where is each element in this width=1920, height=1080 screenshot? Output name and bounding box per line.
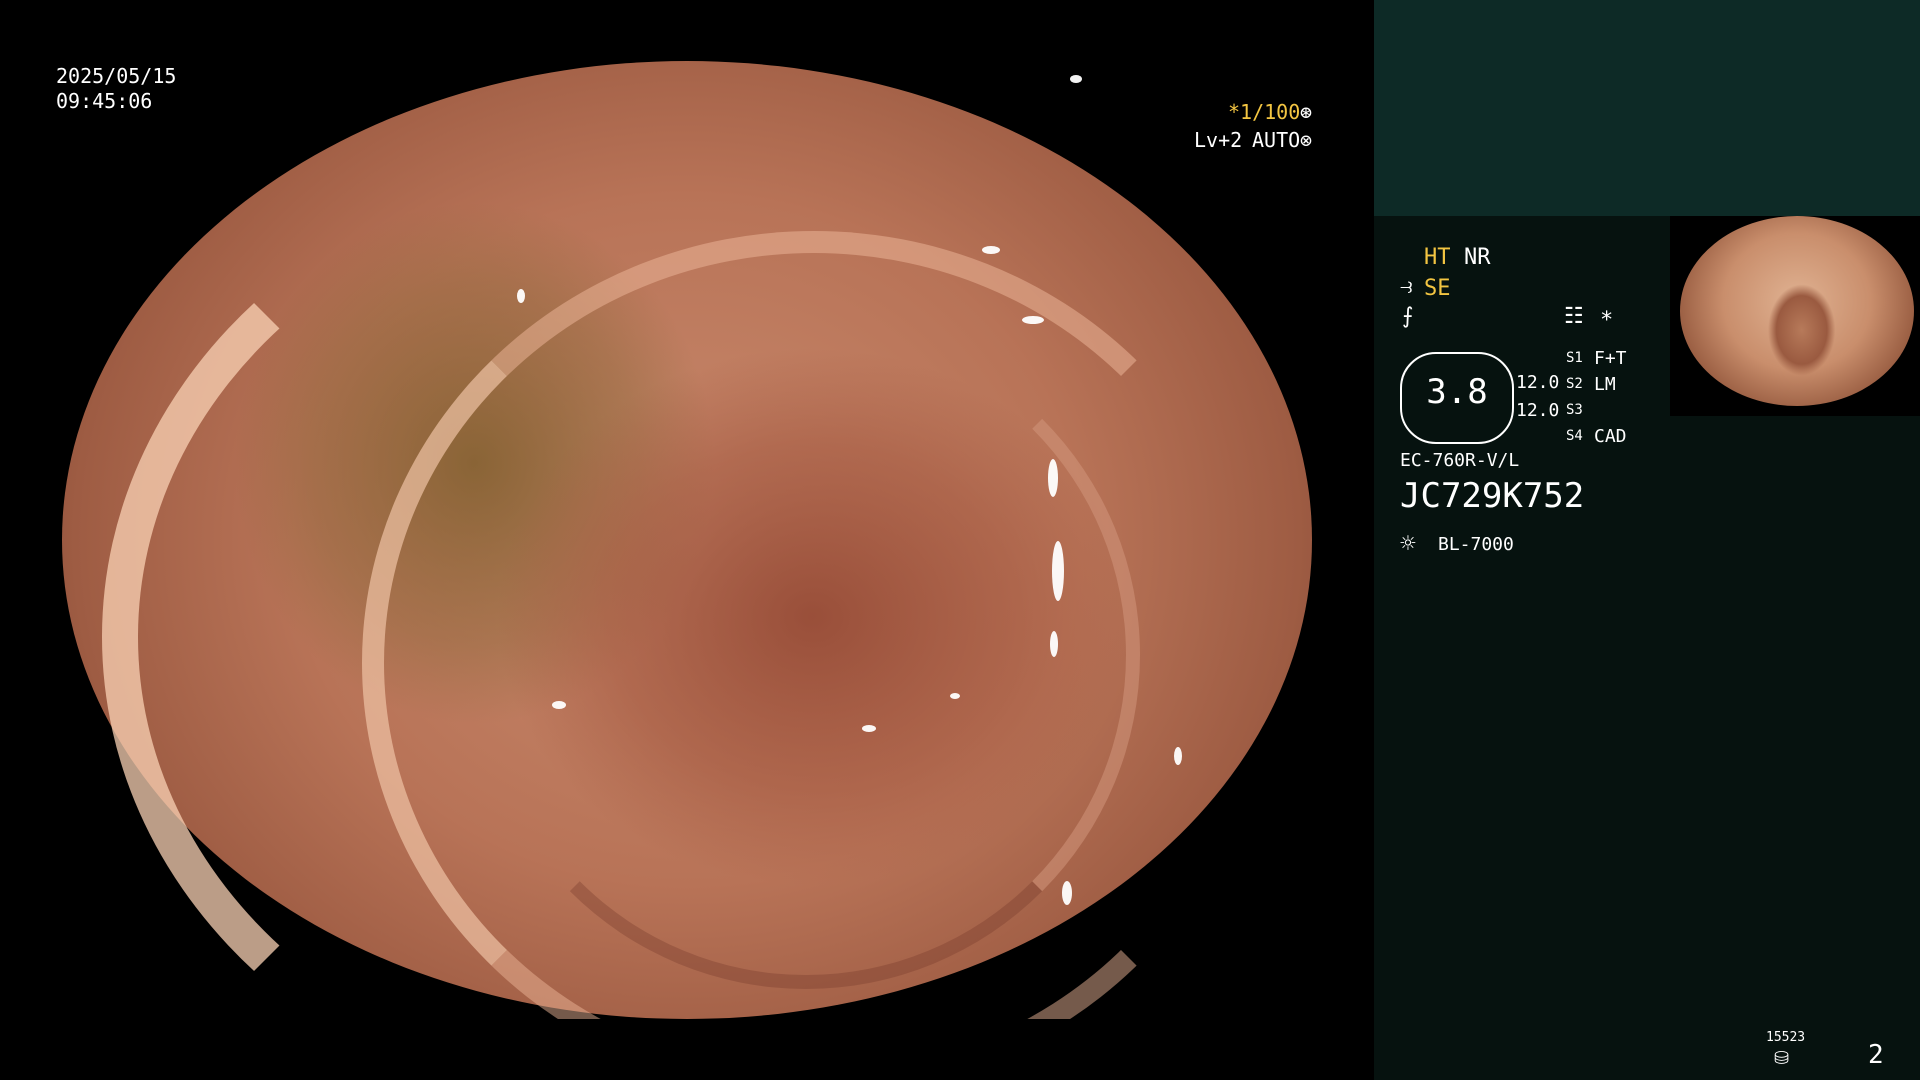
- specular-highlight: [1062, 881, 1072, 905]
- level-readout: Lv+2: [1194, 128, 1243, 152]
- date-readout: 2025/05/15: [56, 64, 177, 88]
- s2-value: LM: [1594, 374, 1616, 395]
- specular-highlight: [950, 693, 960, 699]
- star-indicator: *: [1600, 308, 1614, 333]
- storage-icon: ⛁: [1774, 1048, 1790, 1069]
- sub-value-2: 12.0: [1516, 400, 1560, 421]
- ht-indicator: HT: [1424, 245, 1451, 270]
- s1-label: S1: [1566, 350, 1583, 366]
- endoscope-video-area: 2025/05/15 09:45:06 *1/100 ⊛ Lv+2 AUTO ⊗: [0, 0, 1374, 1080]
- info-panel: HT NR ⥽ SE ⨍ ☷ * 3.8 12.0 12.0 S1 F+T S2…: [1374, 0, 1920, 1080]
- s4-value: CAD: [1594, 426, 1627, 447]
- specular-highlight: [1070, 75, 1082, 83]
- specular-highlight: [1022, 316, 1044, 324]
- record-list-icon: ☷: [1564, 304, 1584, 329]
- info-panel-header: [1374, 0, 1920, 216]
- main-value: 3.8: [1426, 372, 1488, 412]
- iris-icon: ⊗: [1300, 128, 1313, 152]
- endoscope-image-detail: [62, 61, 1312, 1019]
- scope-model: EC-760R-V/L: [1400, 450, 1520, 471]
- structure-enhance-icon: ⥽: [1400, 274, 1413, 299]
- specular-highlight: [1048, 459, 1058, 497]
- specular-highlight: [1174, 747, 1182, 765]
- time-readout: 09:45:06: [56, 89, 153, 113]
- se-indicator: SE: [1424, 276, 1451, 301]
- nr-indicator: NR: [1464, 245, 1491, 270]
- lamp-icon: ☼: [1400, 529, 1416, 559]
- shutter-readout: *1/100: [1228, 100, 1301, 124]
- auto-mode-readout: AUTO: [1252, 128, 1301, 152]
- s1-value: F+T: [1594, 348, 1627, 369]
- mucosal-fold: [102, 151, 1214, 1019]
- page-number: 2: [1868, 1040, 1884, 1070]
- specular-highlight: [552, 701, 566, 709]
- specular-highlight: [982, 246, 1000, 254]
- specular-highlight: [1052, 541, 1064, 601]
- recorded-image-thumbnail[interactable]: [1670, 216, 1920, 416]
- s2-label: S2: [1566, 376, 1583, 392]
- specular-highlight: [1050, 631, 1058, 657]
- scope-serial: JC729K752: [1400, 476, 1585, 516]
- s3-label: S3: [1566, 402, 1583, 418]
- scope-value-display: 3.8: [1400, 352, 1514, 444]
- aperture-icon: ⊛: [1300, 100, 1313, 124]
- specular-highlight: [517, 289, 525, 303]
- s4-label: S4: [1566, 428, 1583, 444]
- thumbnail-endoscope-image: [1680, 216, 1914, 406]
- color-mode-icon: ⨍: [1402, 304, 1414, 329]
- specular-highlight: [862, 725, 876, 732]
- image-counter: 15523: [1766, 1030, 1806, 1045]
- sub-value-1: 12.0: [1516, 372, 1560, 393]
- light-source: BL-7000: [1438, 534, 1514, 555]
